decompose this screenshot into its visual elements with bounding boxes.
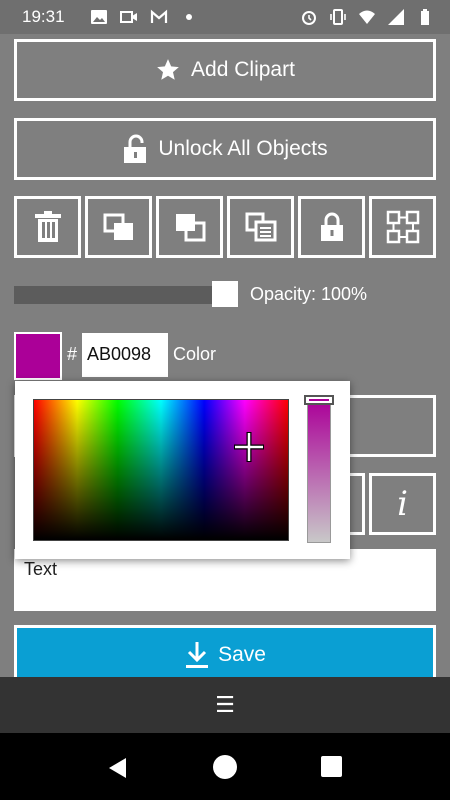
bring-to-front-button[interactable] xyxy=(85,196,152,258)
unlock-icon xyxy=(124,134,147,163)
back-icon[interactable] xyxy=(107,757,127,779)
status-bar: 19:31 xyxy=(0,0,450,34)
lock-icon xyxy=(320,212,343,241)
wifi-icon xyxy=(359,10,375,24)
color-picker-popup xyxy=(15,381,350,559)
duplicate-icon xyxy=(245,212,276,242)
save-label: Save xyxy=(218,643,266,666)
object-actions-row xyxy=(14,196,436,258)
send-to-back-icon xyxy=(175,214,205,242)
duplicate-button[interactable] xyxy=(227,196,294,258)
opacity-slider-track[interactable] xyxy=(14,286,224,304)
hex-hash: # xyxy=(67,344,78,364)
menu-icon[interactable]: ☰ xyxy=(215,692,235,718)
group-icon xyxy=(386,210,419,244)
send-to-back-button[interactable] xyxy=(156,196,223,258)
delete-button[interactable] xyxy=(14,196,81,258)
video-icon xyxy=(120,11,137,23)
color-label: Color xyxy=(173,344,217,364)
info-button[interactable]: i xyxy=(369,473,436,535)
star-icon xyxy=(157,59,179,80)
group-button[interactable] xyxy=(369,196,436,258)
save-button[interactable]: Save xyxy=(14,625,436,685)
add-clipart-label: Add Clipart xyxy=(191,58,295,81)
add-clipart-button[interactable]: Add Clipart xyxy=(14,39,436,101)
recent-apps-icon[interactable] xyxy=(321,756,342,777)
vibrate-icon xyxy=(330,9,346,25)
battery-icon xyxy=(421,9,429,25)
bring-to-front-icon xyxy=(103,213,133,240)
system-navigation-bar xyxy=(0,733,450,800)
bottom-menu-bar[interactable]: ☰ xyxy=(0,677,450,733)
home-icon[interactable] xyxy=(213,755,237,779)
download-icon xyxy=(186,642,209,668)
opacity-label: Opacity: 100% xyxy=(250,284,368,304)
hue-saturation-field[interactable] xyxy=(33,399,289,541)
signal-icon xyxy=(388,9,404,25)
unlock-all-label: Unlock All Objects xyxy=(158,137,328,160)
unlock-all-objects-button[interactable]: Unlock All Objects xyxy=(14,118,436,180)
color-swatch[interactable] xyxy=(14,332,62,380)
alpha-slider-handle[interactable] xyxy=(304,395,334,405)
info-icon: i xyxy=(397,484,408,524)
photo-icon xyxy=(91,10,107,24)
clock: 19:31 xyxy=(22,7,65,26)
gmail-icon xyxy=(150,9,168,23)
delete-icon xyxy=(34,211,61,242)
hex-color-input[interactable]: AB0098 xyxy=(82,333,168,377)
alpha-slider[interactable] xyxy=(307,399,331,543)
crosshair-icon[interactable] xyxy=(234,432,264,462)
opacity-slider-thumb[interactable] xyxy=(212,281,238,307)
dot-icon xyxy=(186,14,192,20)
lock-button[interactable] xyxy=(298,196,365,258)
alarm-icon xyxy=(302,11,316,25)
